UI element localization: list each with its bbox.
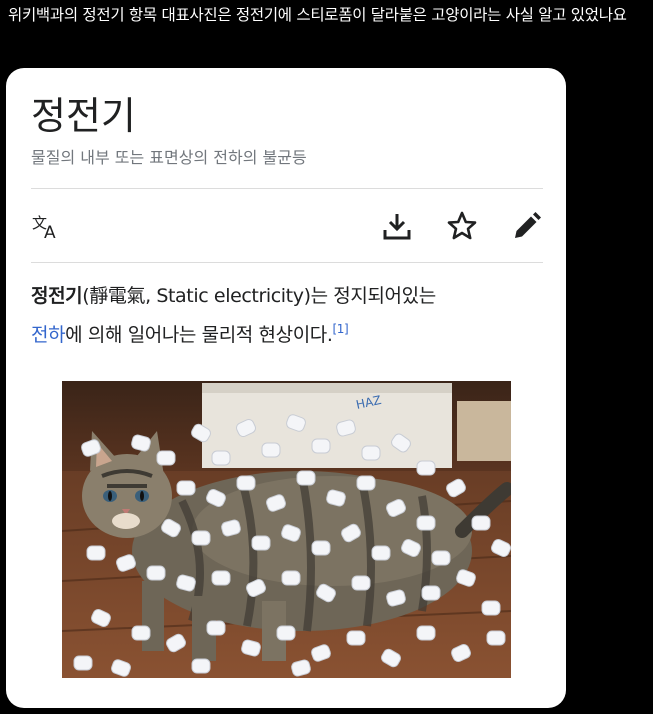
article-title: 정전기 — [31, 94, 136, 138]
extract-rest: 에 의해 일어나는 물리적 현상이다. — [65, 324, 333, 346]
post-caption: 위키백과의 정전기 항목 대표사진은 정전기에 스티로폼이 달라붙은 고양이라는… — [8, 6, 627, 24]
divider-top — [31, 188, 543, 189]
extract-paren: (靜電氣, Static electricity)는 정지되어있는 — [82, 285, 436, 307]
divider-bottom — [31, 262, 543, 263]
download-icon[interactable] — [381, 210, 413, 242]
footnote-link[interactable]: [1] — [333, 322, 349, 336]
article-extract: 정전기(靜電氣, Static electricity)는 정지되어있는전하에 … — [31, 280, 543, 352]
bold-term: 정전기 — [31, 285, 83, 307]
link-charge[interactable]: 전하 — [31, 324, 66, 346]
wiki-summary-card: 정전기 물질의 내부 또는 표면상의 전하의 불균등 文 A 정전기(靜電氣, … — [6, 68, 566, 708]
pencil-icon[interactable] — [511, 210, 543, 242]
cat-photo: HAZ — [62, 381, 511, 678]
svg-text:A: A — [44, 223, 56, 242]
translate-icon[interactable]: 文 A — [31, 210, 63, 243]
cat-photo-illustration: HAZ — [62, 381, 511, 678]
article-description: 물질의 내부 또는 표면상의 전하의 불균등 — [31, 148, 307, 167]
star-icon[interactable] — [446, 210, 478, 242]
